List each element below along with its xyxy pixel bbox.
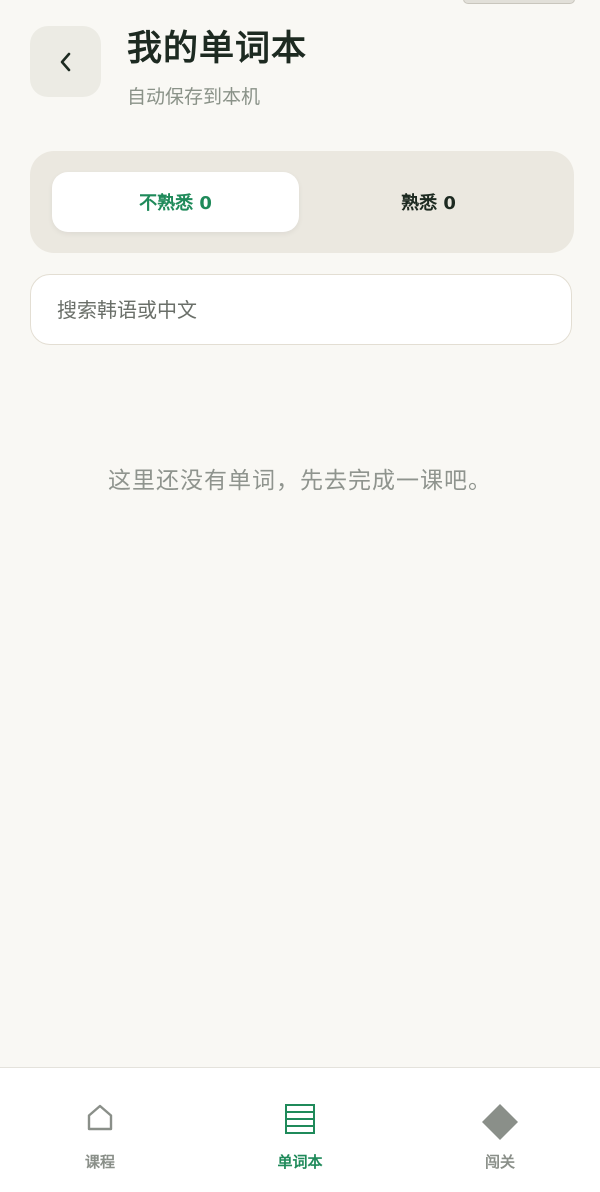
nav-item-courses[interactable]: 课程 — [0, 1068, 200, 1192]
nav-label-courses: 课程 — [84, 1153, 115, 1171]
tab-unfamiliar[interactable]: 不熟悉 0 — [52, 172, 299, 232]
nav-item-challenge[interactable]: 闯关 — [400, 1068, 600, 1192]
page-title: 我的单词本 — [127, 29, 308, 69]
home-icon — [87, 1104, 113, 1131]
bottom-nav: 课程 单词本 闯关 — [0, 1067, 600, 1192]
diamond-icon — [482, 1104, 518, 1140]
nav-item-wordbook[interactable]: 单词本 — [200, 1068, 400, 1192]
tab-familiar[interactable]: 熟悉 0 — [305, 172, 552, 232]
page-subtitle: 自动保存到本机 — [127, 86, 261, 108]
nav-label-wordbook: 单词本 — [277, 1153, 323, 1171]
back-button[interactable] — [30, 26, 101, 97]
chevron-left-icon — [60, 52, 70, 71]
nav-label-challenge: 闯关 — [484, 1153, 515, 1171]
familiarity-tabs: 不熟悉 0 熟悉 0 — [30, 151, 574, 253]
top-edge-element — [463, 0, 575, 4]
list-icon — [285, 1104, 315, 1134]
empty-state-message: 这里还没有单词，先去完成一课吧。 — [108, 468, 492, 494]
search-input[interactable] — [30, 274, 572, 345]
